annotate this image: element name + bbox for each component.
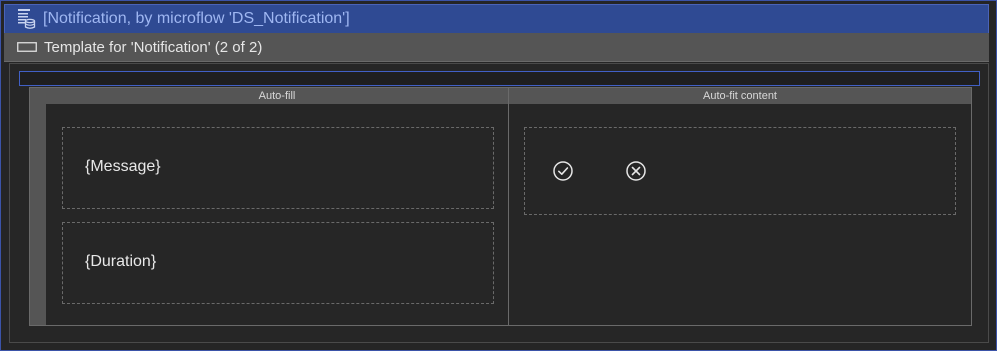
- dataview-title: [Notification, by microflow 'DS_Notifica…: [43, 10, 350, 27]
- layout-grid-row-handle[interactable]: [30, 88, 46, 325]
- duration-field[interactable]: {Duration}: [85, 253, 156, 271]
- column-header-auto-fit-content[interactable]: Auto-fit content: [509, 88, 971, 104]
- dataview-database-icon: [16, 8, 36, 30]
- actions-container[interactable]: [524, 127, 956, 215]
- dataview-header[interactable]: [Notification, by microflow 'DS_Notifica…: [4, 4, 989, 34]
- close-circle-icon[interactable]: [625, 160, 647, 182]
- check-circle-icon[interactable]: [552, 160, 574, 182]
- duration-field-container[interactable]: {Duration}: [62, 222, 494, 304]
- message-field-container[interactable]: {Message}: [62, 127, 494, 209]
- column-divider: [508, 88, 509, 325]
- template-title: Template for 'Notification' (2 of 2): [44, 38, 263, 56]
- layout-grid[interactable]: Auto-fill Auto-fit content {Message} {Du…: [29, 87, 972, 326]
- template-header[interactable]: Template for 'Notification' (2 of 2): [4, 33, 989, 62]
- column-header-auto-fill[interactable]: Auto-fill: [46, 88, 508, 104]
- template-icon: [17, 42, 37, 52]
- message-field[interactable]: {Message}: [85, 158, 161, 176]
- empty-drop-zone[interactable]: [19, 71, 980, 86]
